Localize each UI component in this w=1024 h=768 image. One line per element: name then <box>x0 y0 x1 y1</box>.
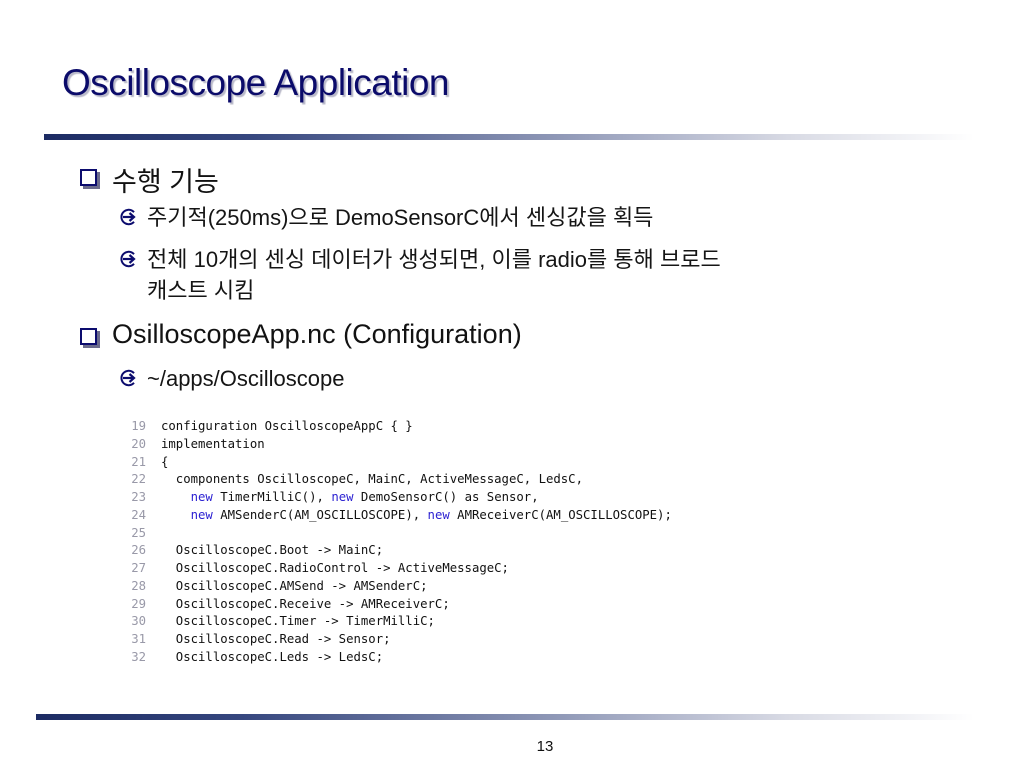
code-segment: AMSenderC(AM_OSCILLOSCOPE), <box>212 507 428 522</box>
sub-bullet-continuation: 캐스트 시킴 <box>147 278 255 303</box>
code-segment: DemoSensorC() as Sensor, <box>353 490 539 504</box>
arrow-bullet-icon <box>118 368 138 388</box>
code-line: 30 OscilloscopeC.Timer -> TimerMilliC; <box>122 613 672 631</box>
sub-bullet-broadcast: 전체 10개의 센싱 데이터가 생성되면, 이를 radio를 통해 브로드 캐… <box>118 244 721 306</box>
line-number: 20 <box>131 436 146 451</box>
sub-bullet-path: ~/apps/Oscilloscope <box>118 363 345 394</box>
code-segment: components OscilloscopeC, MainC, ActiveM… <box>161 472 583 487</box>
code-line: 29 OscilloscopeC.Receive -> AMReceiverC; <box>122 596 672 614</box>
line-number: 24 <box>131 507 146 522</box>
code-line: 26 OscilloscopeC.Boot -> MainC; <box>122 542 672 560</box>
code-text: OscilloscopeC.Receive -> AMReceiverC; <box>161 597 450 611</box>
bullet-feature: 수행 기능 <box>80 160 219 199</box>
sub-bullet-text: ~/apps/Oscilloscope <box>147 366 345 391</box>
line-number: 23 <box>131 490 146 504</box>
square-bullet-icon <box>80 328 97 345</box>
page-number: 13 <box>536 738 554 755</box>
code-line: 20 implementation <box>122 436 672 454</box>
slide-title: Oscilloscope Application <box>62 62 450 103</box>
code-segment: OscilloscopeC.AMSend -> AMSenderC; <box>161 578 428 593</box>
sub-bullet-text: 전체 10개의 센싱 데이터가 생성되면, 이를 radio를 통해 브로드 <box>147 247 721 272</box>
line-number: 26 <box>131 543 146 558</box>
arrow-bullet-icon <box>118 207 138 227</box>
line-number: 32 <box>131 649 146 664</box>
line-number: 21 <box>131 454 146 469</box>
code-segment: OscilloscopeC.Boot -> MainC; <box>161 543 384 558</box>
footer-divider <box>36 714 974 720</box>
line-number: 25 <box>131 525 146 540</box>
bullet-text: 수행 기능 <box>112 167 219 197</box>
code-line: 32 OscilloscopeC.Leds -> LedsC; <box>122 649 672 667</box>
code-keyword: new <box>331 490 354 504</box>
line-number: 22 <box>131 472 146 487</box>
code-segment: configuration OscilloscopeAppC { } <box>161 419 413 433</box>
code-keyword: new <box>190 490 213 504</box>
code-segment: OscilloscopeC.Leds -> LedsC; <box>161 649 384 664</box>
title-divider <box>44 134 974 140</box>
code-listing: 19 configuration OscilloscopeAppC { } 20 im… <box>122 418 672 667</box>
sub-bullet-text: 주기적(250ms)으로 DemoSensorC에서 센싱값을 획득 <box>147 205 654 230</box>
code-segment: AMReceiverC(AM_OSCILLOSCOPE); <box>449 507 672 522</box>
bullet-configuration: OsilloscopeApp.nc (Configuration) <box>80 319 522 350</box>
code-line: 22 components OscilloscopeC, MainC, Acti… <box>122 471 672 489</box>
code-segment: OscilloscopeC.Receive -> AMReceiverC; <box>161 596 450 611</box>
sub-bullet-text-block: 전체 10개의 센싱 데이터가 생성되면, 이를 radio를 통해 브로드 캐… <box>147 244 721 306</box>
line-number: 28 <box>131 578 146 593</box>
code-line: 19 configuration OscilloscopeAppC { } <box>122 418 672 436</box>
code-text: implementation <box>161 437 265 451</box>
code-line: 28 OscilloscopeC.AMSend -> AMSenderC; <box>122 578 672 596</box>
code-line: 21 { <box>122 454 672 472</box>
line-number: 29 <box>131 596 146 611</box>
code-segment: OscilloscopeC.RadioControl -> ActiveMess… <box>161 561 509 575</box>
code-text: OscilloscopeC.Timer -> TimerMilliC; <box>161 614 435 628</box>
code-text: OscilloscopeC.RadioControl -> ActiveMess… <box>161 561 509 575</box>
code-text: OscilloscopeC.Boot -> MainC; <box>161 543 383 557</box>
line-number: 30 <box>131 614 146 629</box>
code-line: 25 <box>122 525 672 543</box>
line-number: 31 <box>131 632 146 646</box>
code-segment: OscilloscopeC.Timer -> TimerMilliC; <box>161 614 435 629</box>
code-line: 31 OscilloscopeC.Read -> Sensor; <box>122 631 672 649</box>
code-text: configuration OscilloscopeAppC { } <box>161 419 413 433</box>
code-text: new AMSenderC(AM_OSCILLOSCOPE), new AMRe… <box>161 508 672 522</box>
arrow-bullet-icon <box>118 249 138 269</box>
code-text: OscilloscopeC.AMSend -> AMSenderC; <box>161 579 428 593</box>
square-bullet-icon <box>80 169 97 186</box>
code-segment: implementation <box>161 436 265 451</box>
code-segment: { <box>161 454 169 469</box>
line-number: 19 <box>131 419 146 433</box>
code-text: OscilloscopeC.Leds -> LedsC; <box>161 650 383 664</box>
code-line: 24 new AMSenderC(AM_OSCILLOSCOPE), new A… <box>122 507 672 525</box>
line-number: 27 <box>131 561 146 575</box>
code-text: new TimerMilliC(), new DemoSensorC() as … <box>161 490 539 504</box>
code-line: 27 OscilloscopeC.RadioControl -> ActiveM… <box>122 560 672 578</box>
code-text: { <box>161 455 168 469</box>
sub-bullet-sampling: 주기적(250ms)으로 DemoSensorC에서 센싱값을 획득 <box>118 202 653 233</box>
code-keyword: new <box>190 507 213 522</box>
code-text: OscilloscopeC.Read -> Sensor; <box>161 632 391 646</box>
bullet-text: OsilloscopeApp.nc (Configuration) <box>112 319 522 349</box>
code-segment: TimerMilliC(), <box>212 490 332 504</box>
code-text: components OscilloscopeC, MainC, ActiveM… <box>161 472 583 486</box>
code-keyword: new <box>427 507 450 522</box>
code-line: 23 new TimerMilliC(), new DemoSensorC() … <box>122 489 672 507</box>
code-segment: OscilloscopeC.Read -> Sensor; <box>161 632 391 646</box>
